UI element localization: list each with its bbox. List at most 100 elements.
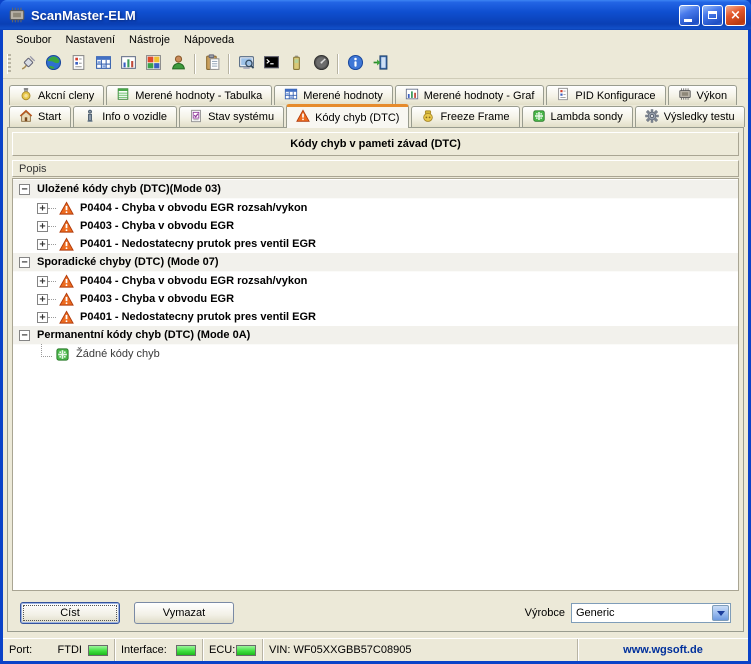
tree-dtc-row[interactable]: +P0401 - Nedostatecny prutok pres ventil… — [13, 308, 738, 326]
globe-toolbar-button[interactable] — [41, 52, 65, 76]
title-bar[interactable]: ScanMaster-ELM × — [0, 0, 751, 30]
tree-dtc-row[interactable]: + P0403 - Chyba v obvodu EGR — [13, 290, 738, 308]
website-link[interactable]: www.wgsoft.de — [623, 644, 703, 656]
menu-soubor[interactable]: Soubor — [9, 32, 58, 48]
expand-icon[interactable]: + — [37, 276, 48, 287]
menu-napoveda[interactable]: Nápoveda — [177, 32, 241, 48]
chart-toolbar-button[interactable] — [116, 52, 140, 76]
warning-icon — [59, 274, 75, 289]
menu-bar: SouborNastaveníNástrojeNápoveda — [3, 30, 748, 50]
tab-info-o-vozidle[interactable]: Info o vozidle — [73, 106, 177, 127]
tab-pid-konfigurace[interactable]: PID Konfigurace — [546, 85, 665, 105]
tree-group-row[interactable]: −Uložené kódy chyb (DTC)(Mode 03) — [13, 180, 738, 199]
info-icon — [347, 54, 364, 74]
collapse-icon[interactable]: − — [19, 184, 30, 195]
toolbar-grip[interactable] — [7, 54, 11, 74]
menu-nastaveni[interactable]: Nastavení — [58, 32, 122, 48]
tab-label: Akcní cleny — [38, 90, 94, 102]
chevron-down-icon[interactable] — [712, 605, 729, 621]
globe-icon — [45, 54, 62, 74]
tab-merene-hodnoty-tabulka[interactable]: Merené hodnoty - Tabulka — [106, 85, 272, 105]
expand-icon[interactable]: + — [37, 312, 48, 323]
status-port: Port: FTDI — [3, 639, 115, 661]
tab-akcni-cleny[interactable]: Akcní cleny — [9, 85, 104, 105]
tree-dtc-row[interactable]: + P0401 - Nedostatecny prutok pres ventil… — [13, 235, 738, 253]
tree-dtc-row[interactable]: +P0403 - Chyba v obvodu EGR — [13, 217, 738, 235]
tree-connector-line — [48, 208, 56, 209]
tree-item-label: Uložené kódy chyb (DTC)(Mode 03) — [37, 183, 221, 195]
tab-label: Kódy chyb (DTC) — [315, 112, 399, 124]
scanmaster-window: { "window": { "title": "ScanMaster-ELM" … — [0, 0, 751, 664]
column-header-popis[interactable]: Popis — [12, 160, 739, 177]
warning-icon — [59, 310, 75, 325]
tab-merene-hodnoty-graf[interactable]: Merené hodnoty - Graf — [395, 85, 545, 105]
tab-merene-hodnoty[interactable]: Merené hodnoty — [274, 85, 393, 105]
tab-start[interactable]: Start — [9, 106, 71, 127]
tree-connector-line — [48, 281, 56, 282]
connector-toolbar-button[interactable] — [16, 52, 40, 76]
user-toolbar-button[interactable] — [166, 52, 190, 76]
tab-stav-systemu[interactable]: Stav systému — [179, 106, 284, 127]
tree-item-label: Žádné kódy chyb — [76, 348, 160, 360]
minimize-icon — [684, 19, 692, 22]
monitor-search-icon — [238, 54, 255, 74]
window-title: ScanMaster-ELM — [31, 8, 679, 23]
collapse-icon[interactable]: − — [19, 257, 30, 268]
tab-vykon[interactable]: Výkon — [668, 85, 738, 105]
tree-group-row[interactable]: −Permanentní kódy chyb (DTC) (Mode 0A) — [13, 326, 738, 345]
clear-button[interactable]: Vymazat — [134, 602, 234, 624]
read-button[interactable]: Císt — [20, 602, 120, 624]
tab-label: PID Konfigurace — [575, 90, 655, 102]
clipboard-toolbar-button[interactable] — [200, 52, 224, 76]
tab-freeze-frame[interactable]: Freeze Frame — [411, 106, 519, 127]
tree-connector-line — [48, 244, 56, 245]
tree-group-row[interactable]: −Sporadické chyby (DTC) (Mode 07) — [13, 253, 738, 272]
tab-kody-chyb-dtc[interactable]: Kódy chyb (DTC) — [286, 104, 409, 128]
values-grid-toolbar-button[interactable] — [91, 52, 115, 76]
dashboard-toolbar-button[interactable] — [141, 52, 165, 76]
pid-document-icon — [70, 54, 87, 74]
menu-nastroje[interactable]: Nástroje — [122, 32, 177, 48]
tab-row-secondary: Akcní clenyMerené hodnoty - TabulkaMeren… — [3, 85, 748, 105]
expand-icon[interactable]: + — [37, 294, 48, 305]
exit-toolbar-button[interactable] — [368, 52, 392, 76]
expand-icon[interactable]: + — [37, 203, 48, 214]
user-icon — [170, 54, 187, 74]
tree-dtc-row[interactable]: +P0404 - Chyba v obvodu EGR rozsah/vykon — [13, 272, 738, 290]
tab-label: Stav systému — [208, 111, 274, 123]
tree-dtc-row[interactable]: +P0404 - Chyba v obvodu EGR rozsah/vykon — [13, 199, 738, 217]
tree-item-label: P0401 - Nedostatecny prutok pres ventil … — [80, 238, 316, 250]
exit-icon — [372, 54, 389, 74]
toolbar-separator — [228, 54, 230, 74]
pid-document-toolbar-button[interactable] — [66, 52, 90, 76]
ecu-led-indicator — [236, 645, 256, 656]
system-status-icon — [189, 109, 203, 126]
connector-icon — [20, 54, 37, 74]
tree-connector-line — [41, 344, 52, 357]
warning-icon — [59, 201, 75, 216]
warning-icon — [59, 292, 75, 307]
info-toolbar-button[interactable] — [343, 52, 367, 76]
tab-lambda-sondy[interactable]: Lambda sondy — [522, 106, 633, 127]
tree-no-dtc-row[interactable]: Žádné kódy chyb — [13, 345, 738, 363]
port-led-indicator — [88, 645, 108, 656]
manufacturer-select[interactable]: Generic — [571, 603, 731, 623]
tree-connector-line — [48, 317, 56, 318]
gauge-toolbar-button[interactable] — [309, 52, 333, 76]
maximize-button[interactable] — [702, 5, 723, 26]
battery-toolbar-button[interactable] — [284, 52, 308, 76]
minimize-button[interactable] — [679, 5, 700, 26]
collapse-icon[interactable]: − — [19, 330, 30, 341]
expand-icon[interactable]: + — [37, 221, 48, 232]
tab-vysledky-testu[interactable]: Výsledky testu — [635, 106, 745, 127]
status-vin: VIN: WF05XXGBB57C08905 — [263, 639, 578, 661]
chip-icon — [678, 87, 692, 104]
no-dtc-icon — [55, 347, 71, 362]
interface-label: Interface: — [121, 644, 167, 656]
close-button[interactable]: × — [725, 5, 746, 26]
terminal-toolbar-button[interactable] — [259, 52, 283, 76]
warning-icon — [59, 219, 75, 234]
tree-item-label: P0403 - Chyba v obvodu EGR — [80, 293, 234, 305]
expand-icon[interactable]: + — [37, 239, 48, 250]
monitor-search-toolbar-button[interactable] — [234, 52, 258, 76]
